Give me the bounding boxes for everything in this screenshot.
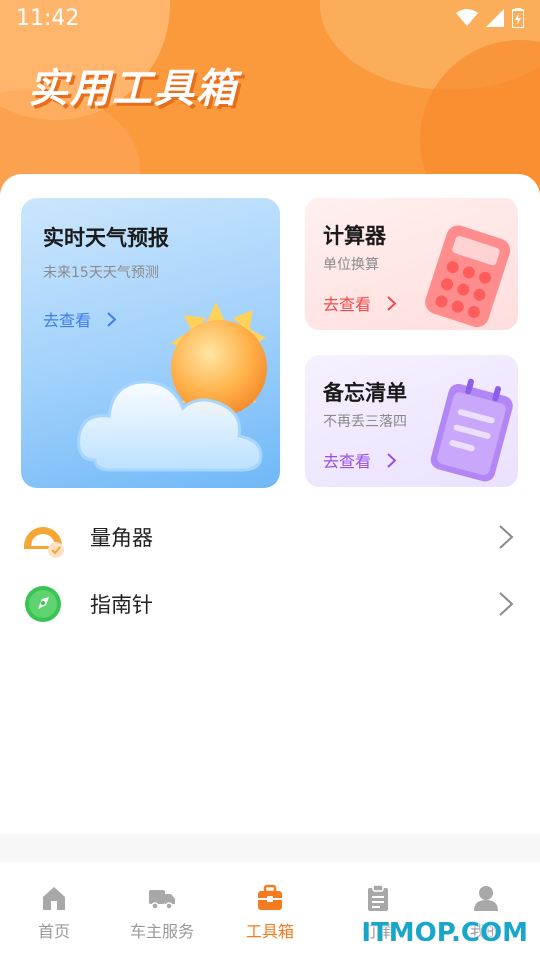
watermark: ITMOP.COM	[361, 918, 528, 948]
clipboard-icon	[368, 884, 388, 911]
notepad-icon	[430, 378, 513, 482]
memo-card[interactable]: 备忘清单 不再丢三落四 去查看	[305, 355, 518, 487]
list-item-compass[interactable]: 指南针	[0, 574, 540, 634]
calculator-icon	[425, 225, 511, 328]
compass-icon	[25, 586, 61, 622]
tools-panel: 实时天气预报 未来15天天气预测 去查看 计算器 单位换算 去查看 备忘清单 不…	[0, 174, 540, 834]
protractor-icon	[24, 527, 64, 558]
calculator-title: 计算器	[323, 224, 386, 248]
status-time: 11:42	[16, 5, 80, 31]
memo-link[interactable]: 去查看	[323, 448, 397, 472]
tab-toolbox[interactable]: 工具箱	[216, 862, 324, 960]
calculator-subtitle: 单位换算	[323, 257, 379, 273]
home-icon	[43, 887, 65, 910]
tab-home[interactable]: 首页	[0, 862, 108, 960]
memo-subtitle: 不再丢三落四	[323, 414, 407, 430]
chevron-right-icon	[387, 295, 397, 311]
truck-icon	[149, 890, 175, 910]
calculator-card[interactable]: 计算器 单位换算 去查看	[305, 198, 518, 330]
wifi-icon	[456, 9, 478, 26]
list-item-protractor[interactable]: 量角器	[0, 507, 540, 567]
tab-car-service[interactable]: 车主服务	[108, 862, 216, 960]
calculator-link-label: 去查看	[323, 295, 372, 314]
chevron-right-icon	[499, 525, 514, 549]
list-item-label: 指南针	[90, 593, 153, 617]
page-title: 实用工具箱	[28, 66, 238, 112]
tab-home-label: 首页	[37, 922, 70, 941]
toolbox-icon	[258, 884, 282, 910]
status-icons	[456, 8, 524, 28]
weather-card[interactable]: 实时天气预报 未来15天天气预测 去查看	[21, 198, 280, 488]
list-item-label: 量角器	[90, 526, 153, 550]
battery-icon	[512, 8, 524, 28]
user-icon	[474, 886, 498, 911]
calculator-link[interactable]: 去查看	[323, 291, 397, 315]
status-bar: 11:42	[0, 0, 540, 36]
chevron-right-icon	[499, 592, 514, 616]
memo-title: 备忘清单	[323, 381, 407, 405]
tab-toolbox-label: 工具箱	[245, 922, 294, 941]
memo-link-label: 去查看	[323, 452, 372, 471]
chevron-right-icon	[387, 452, 397, 468]
tab-car-service-label: 车主服务	[129, 922, 194, 941]
signal-icon	[486, 9, 504, 27]
sun-cloud-icon	[77, 302, 267, 472]
